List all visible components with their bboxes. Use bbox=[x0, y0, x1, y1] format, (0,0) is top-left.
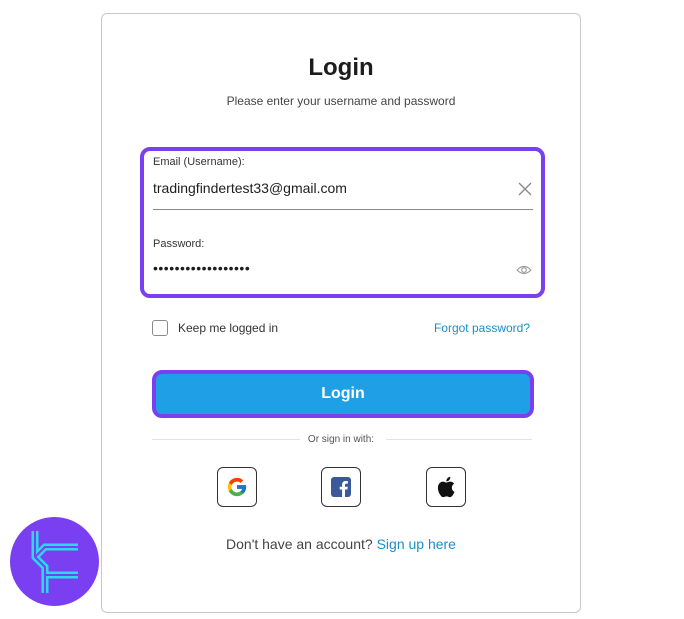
email-field[interactable] bbox=[153, 178, 493, 198]
close-icon[interactable] bbox=[517, 181, 533, 197]
password-label: Password: bbox=[153, 238, 205, 250]
facebook-signin-button[interactable] bbox=[321, 467, 361, 507]
divider-right bbox=[386, 439, 532, 440]
login-card: Login Please enter your username and pas… bbox=[101, 13, 581, 613]
apple-icon bbox=[437, 476, 455, 498]
forgot-password-link[interactable]: Forgot password? bbox=[434, 321, 530, 335]
login-button[interactable]: Login bbox=[156, 374, 530, 414]
page-title: Login bbox=[308, 54, 374, 81]
remember-me[interactable]: Keep me logged in bbox=[152, 320, 278, 336]
email-underline bbox=[153, 209, 533, 210]
signup-text: Don't have an account? bbox=[226, 536, 373, 552]
apple-signin-button[interactable] bbox=[426, 467, 466, 507]
brand-logo bbox=[10, 517, 99, 606]
google-icon bbox=[227, 477, 247, 497]
facebook-icon bbox=[331, 477, 351, 497]
tf-logo-icon bbox=[31, 531, 78, 593]
credentials-box: Email (Username): Password: ••••••••••••… bbox=[140, 147, 545, 298]
remember-label: Keep me logged in bbox=[178, 321, 279, 335]
page-subtitle: Please enter your username and password bbox=[226, 94, 456, 108]
signup-link[interactable]: Sign up here bbox=[377, 536, 456, 552]
eye-icon[interactable] bbox=[516, 264, 532, 276]
password-field[interactable]: •••••••••••••••••• bbox=[153, 260, 493, 280]
google-signin-button[interactable] bbox=[217, 467, 257, 507]
email-label: Email (Username): bbox=[153, 156, 245, 168]
remember-checkbox[interactable] bbox=[152, 320, 168, 336]
login-button-frame: Login bbox=[152, 370, 534, 418]
signup-prompt: Don't have an account? Sign up here bbox=[102, 536, 580, 552]
